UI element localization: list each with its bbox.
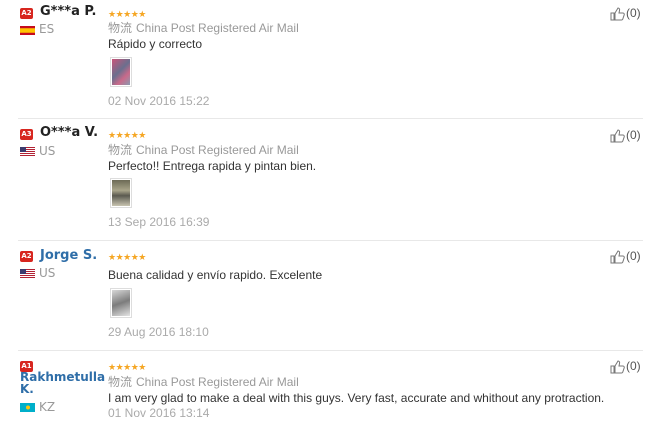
flag-us-icon — [20, 147, 35, 156]
flag-es-icon — [20, 26, 35, 35]
thumbs-up-icon — [610, 7, 625, 21]
shipping-value: China Post Registered Air Mail — [136, 375, 299, 389]
buyer-level-badge: A3 — [20, 129, 33, 140]
feedback-text: Perfecto!! Entrega rapida y pintan bien. — [108, 159, 317, 173]
rating-stars: ★★★★★ — [108, 130, 146, 140]
review-date: 02 Nov 2016 15:22 — [108, 94, 210, 108]
shipping-label: 物流 — [108, 21, 133, 35]
flag-kz-icon — [20, 403, 35, 412]
buyer-country: US — [39, 144, 56, 158]
review-date: 29 Aug 2016 18:10 — [108, 325, 209, 339]
helpful-count: (0) — [626, 128, 641, 142]
helpful-count: (0) — [626, 6, 641, 20]
helpful-count: (0) — [626, 249, 641, 263]
thumbs-up-icon — [610, 129, 625, 143]
buyer-country: KZ — [39, 400, 56, 414]
feedback-text: Buena calidad y envío rapido. Excelente — [108, 268, 323, 282]
divider — [18, 350, 643, 351]
rating-stars: ★★★★★ — [108, 9, 146, 19]
shipping-method: 物流 China Post Registered Air Mail — [108, 373, 299, 390]
review-photo[interactable] — [110, 57, 132, 87]
helpful-button[interactable]: (0) — [610, 359, 641, 374]
feedback-text: Rápido y correcto — [108, 37, 203, 51]
buyer-level-badge: A2 — [20, 8, 33, 19]
buyer-country: US — [39, 266, 56, 280]
review-photo[interactable] — [110, 178, 132, 208]
rating-stars: ★★★★★ — [108, 252, 146, 262]
buyer-level-badge: A2 — [20, 251, 33, 262]
thumbs-up-icon — [610, 250, 625, 264]
buyer-country: ES — [39, 22, 55, 36]
shipping-method: 物流 China Post Registered Air Mail — [108, 141, 299, 158]
buyer-name[interactable]: Rakhmetulla K. — [20, 371, 105, 395]
rating-stars: ★★★★★ — [108, 362, 146, 372]
shipping-value: China Post Registered Air Mail — [136, 143, 299, 157]
buyer-name: G***a P. — [40, 4, 97, 19]
feedback-text: I am very glad to make a deal with this … — [108, 391, 605, 405]
helpful-button[interactable]: (0) — [610, 128, 641, 143]
thumbs-up-icon — [610, 360, 625, 374]
shipping-label: 物流 — [108, 143, 133, 157]
buyer-name: O***a V. — [40, 125, 99, 140]
helpful-button[interactable]: (0) — [610, 6, 641, 21]
review-date: 13 Sep 2016 16:39 — [108, 215, 210, 229]
helpful-button[interactable]: (0) — [610, 249, 641, 264]
shipping-value: China Post Registered Air Mail — [136, 21, 299, 35]
flag-us-icon — [20, 269, 35, 278]
shipping-label: 物流 — [108, 375, 133, 389]
review-date: 01 Nov 2016 13:14 — [108, 406, 210, 420]
review-photo[interactable] — [110, 288, 132, 318]
shipping-method: 物流 China Post Registered Air Mail — [108, 19, 299, 36]
helpful-count: (0) — [626, 359, 641, 373]
divider — [18, 118, 643, 119]
buyer-name[interactable]: Jorge S. — [40, 248, 97, 263]
divider — [18, 240, 643, 241]
